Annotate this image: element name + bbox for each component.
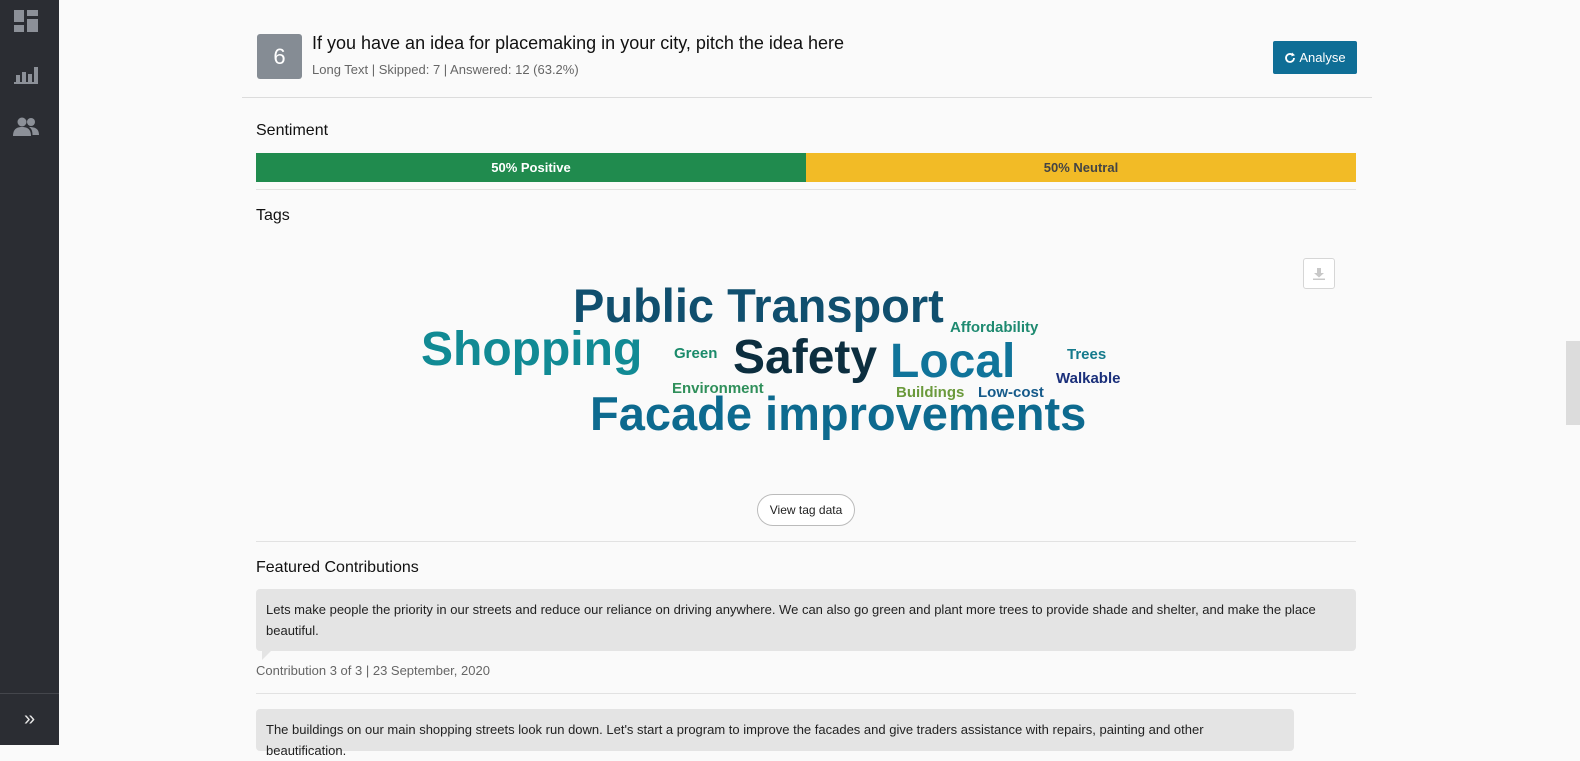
tag-local[interactable]: Local — [890, 338, 1015, 386]
tag-buildings[interactable]: Buildings — [896, 385, 964, 400]
double-chevron-right-icon: » — [23, 708, 36, 730]
tag-safety[interactable]: Safety — [733, 334, 877, 382]
download-icon — [1313, 267, 1325, 280]
download-button[interactable] — [1303, 258, 1335, 289]
analyse-button[interactable]: Analyse — [1273, 41, 1357, 74]
contribution-text: Lets make people the priority in our str… — [266, 602, 1316, 638]
expand-sidebar-button[interactable]: » — [0, 693, 59, 745]
analyse-label: Analyse — [1299, 50, 1346, 65]
sentiment-bar: 50% Positive 50% Neutral — [256, 153, 1356, 182]
tag-green[interactable]: Green — [674, 346, 717, 361]
bubble-tail — [262, 651, 271, 660]
dashboard-icon[interactable] — [13, 8, 39, 34]
users-icon[interactable] — [13, 114, 39, 140]
question-header: 6 If you have an idea for placemaking in… — [242, 30, 1372, 98]
tag-walkable[interactable]: Walkable — [1056, 371, 1120, 386]
sentiment-neutral-segment: 50% Neutral — [806, 153, 1356, 182]
scrollbar[interactable] — [1566, 0, 1580, 745]
question-title: If you have an idea for placemaking in y… — [312, 33, 844, 53]
contribution-text: The buildings on our main shopping stree… — [266, 722, 1204, 758]
sidebar: » — [0, 0, 59, 745]
sentiment-title: Sentiment — [256, 122, 329, 139]
divider — [256, 189, 1356, 190]
tag-low-cost[interactable]: Low-cost — [978, 385, 1044, 400]
question-number-badge: 6 — [257, 34, 302, 79]
divider — [256, 693, 1356, 694]
question-meta: Long Text | Skipped: 7 | Answered: 12 (6… — [312, 62, 579, 77]
view-tag-data-button[interactable]: View tag data — [757, 494, 855, 526]
main-content: 6 If you have an idea for placemaking in… — [59, 0, 1580, 758]
contribution-bubble: Lets make people the priority in our str… — [256, 589, 1356, 651]
refresh-icon — [1285, 52, 1296, 63]
tag-affordability[interactable]: Affordability — [950, 320, 1038, 335]
sentiment-positive-segment: 50% Positive — [256, 153, 806, 182]
tag-trees[interactable]: Trees — [1067, 347, 1106, 362]
scrollbar-thumb[interactable] — [1566, 341, 1580, 425]
tag-public-transport[interactable]: Public Transport — [573, 282, 944, 329]
tags-title: Tags — [256, 207, 290, 224]
featured-contributions-title: Featured Contributions — [256, 559, 419, 576]
tag-shopping[interactable]: Shopping — [421, 326, 642, 374]
contribution-meta: Contribution 3 of 3 | 23 September, 2020 — [256, 663, 490, 678]
bar-chart-icon[interactable] — [13, 61, 39, 87]
divider — [256, 541, 1356, 542]
tag-environment[interactable]: Environment — [672, 381, 764, 396]
